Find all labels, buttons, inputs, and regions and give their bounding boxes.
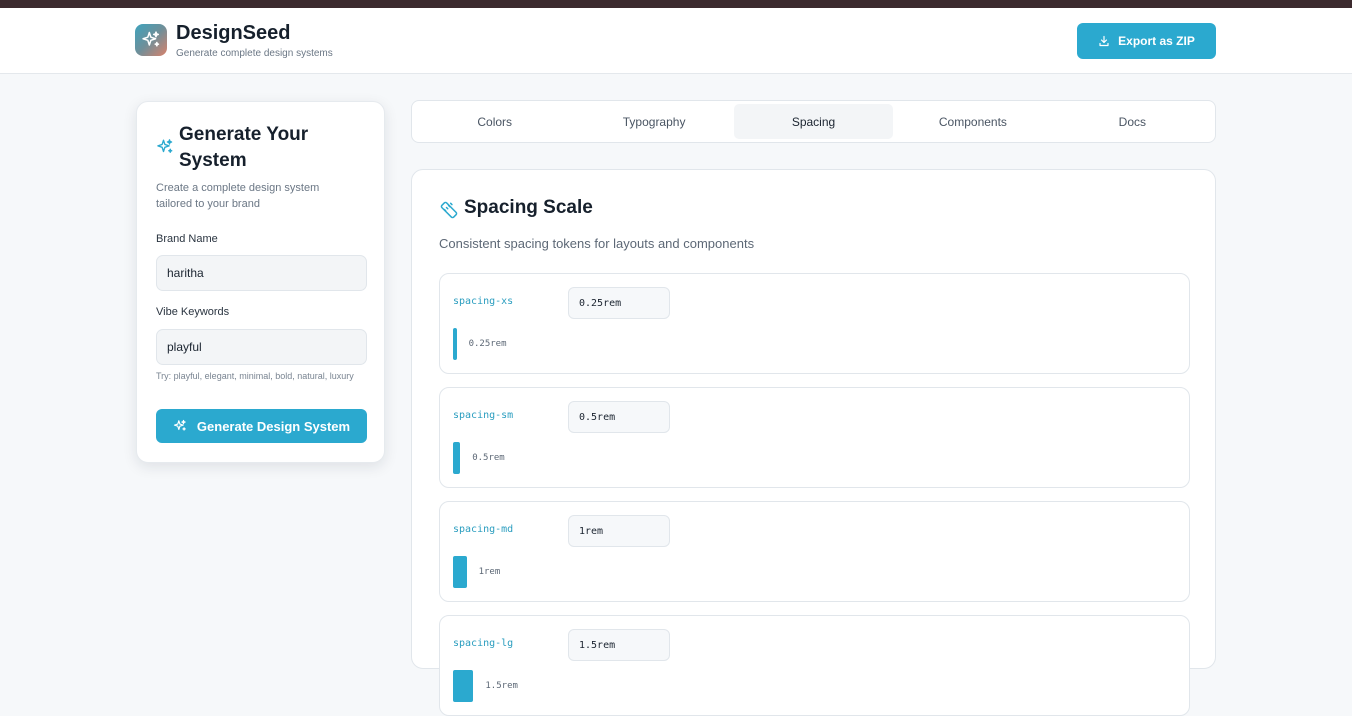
token-preview-bar xyxy=(453,328,457,360)
export-zip-button[interactable]: Export as ZIP xyxy=(1077,23,1216,59)
token-name: spacing-sm xyxy=(453,410,514,421)
vibe-keywords-value: playful xyxy=(167,340,202,354)
generator-card: Generate Your System Create a complete d… xyxy=(136,101,385,463)
spacing-description: Consistent spacing tokens for layouts an… xyxy=(439,236,755,251)
generate-design-system-button[interactable]: Generate Design System xyxy=(156,409,367,443)
token-preview-bar xyxy=(453,556,467,588)
tab-docs[interactable]: Docs xyxy=(1053,104,1212,139)
token-input-value: 1.5rem xyxy=(579,639,616,651)
spacing-title: Spacing Scale xyxy=(464,197,593,218)
token-value-input[interactable]: 0.5rem xyxy=(568,401,670,433)
app-header: DesignSeed Generate complete design syst… xyxy=(0,8,1352,74)
ruler-icon xyxy=(440,201,458,219)
export-label: Export as ZIP xyxy=(1118,34,1195,48)
token-name: spacing-xs xyxy=(453,296,514,307)
download-icon xyxy=(1099,35,1109,47)
token-name: spacing-lg xyxy=(453,638,514,649)
sparkles-icon xyxy=(142,31,160,47)
brand-subtitle: Generate complete design systems xyxy=(176,48,333,59)
vibe-keywords-label: Vibe Keywords xyxy=(156,306,230,318)
logo xyxy=(135,24,167,56)
token-input-value: 0.25rem xyxy=(579,297,622,309)
spacing-token-card: spacing-sm 0.5rem 0.5rem xyxy=(439,387,1190,488)
tab-colors[interactable]: Colors xyxy=(415,104,574,139)
spacing-token-card: spacing-xs 0.25rem 0.25rem xyxy=(439,273,1190,374)
token-name: spacing-md xyxy=(453,524,514,535)
tab-components[interactable]: Components xyxy=(893,104,1052,139)
token-preview-label: 0.5rem xyxy=(472,453,505,463)
token-input-value: 1rem xyxy=(579,525,604,537)
token-preview-label: 1.5rem xyxy=(485,681,518,691)
token-preview-bar xyxy=(453,442,461,474)
token-preview-label: 0.25rem xyxy=(468,339,507,349)
token-value-input[interactable]: 1rem xyxy=(568,515,670,547)
spacing-token-card: spacing-md 1rem 1rem xyxy=(439,501,1190,602)
vibe-hint: Try: playful, elegant, minimal, bold, na… xyxy=(156,371,354,381)
sparkles-icon xyxy=(173,419,186,431)
token-preview-bar xyxy=(453,670,474,702)
window-top-strip xyxy=(0,0,1352,8)
token-preview-label: 1rem xyxy=(478,567,501,577)
generator-description: Create a complete design system tailored… xyxy=(156,182,320,210)
spacing-token-card: spacing-lg 1.5rem 1.5rem xyxy=(439,615,1190,716)
generator-title: Generate Your System xyxy=(179,124,309,171)
tab-typography[interactable]: Typography xyxy=(574,104,733,139)
token-input-value: 0.5rem xyxy=(579,411,616,423)
token-value-input[interactable]: 0.25rem xyxy=(568,287,670,319)
section-tabs: Colors Typography Spacing Components Doc… xyxy=(411,100,1216,143)
token-value-input[interactable]: 1.5rem xyxy=(568,629,670,661)
brand-title: DesignSeed xyxy=(176,22,291,44)
brand-name-label: Brand Name xyxy=(156,233,218,245)
brand-name-value: haritha xyxy=(167,266,204,280)
sparkles-icon xyxy=(157,139,173,153)
generate-button-label: Generate Design System xyxy=(196,418,351,434)
tab-spacing[interactable]: Spacing xyxy=(733,104,894,139)
spacing-panel: Spacing Scale Consistent spacing tokens … xyxy=(411,169,1216,716)
vibe-keywords-input[interactable]: playful xyxy=(156,329,367,365)
brand-name-input[interactable]: haritha xyxy=(156,255,367,291)
